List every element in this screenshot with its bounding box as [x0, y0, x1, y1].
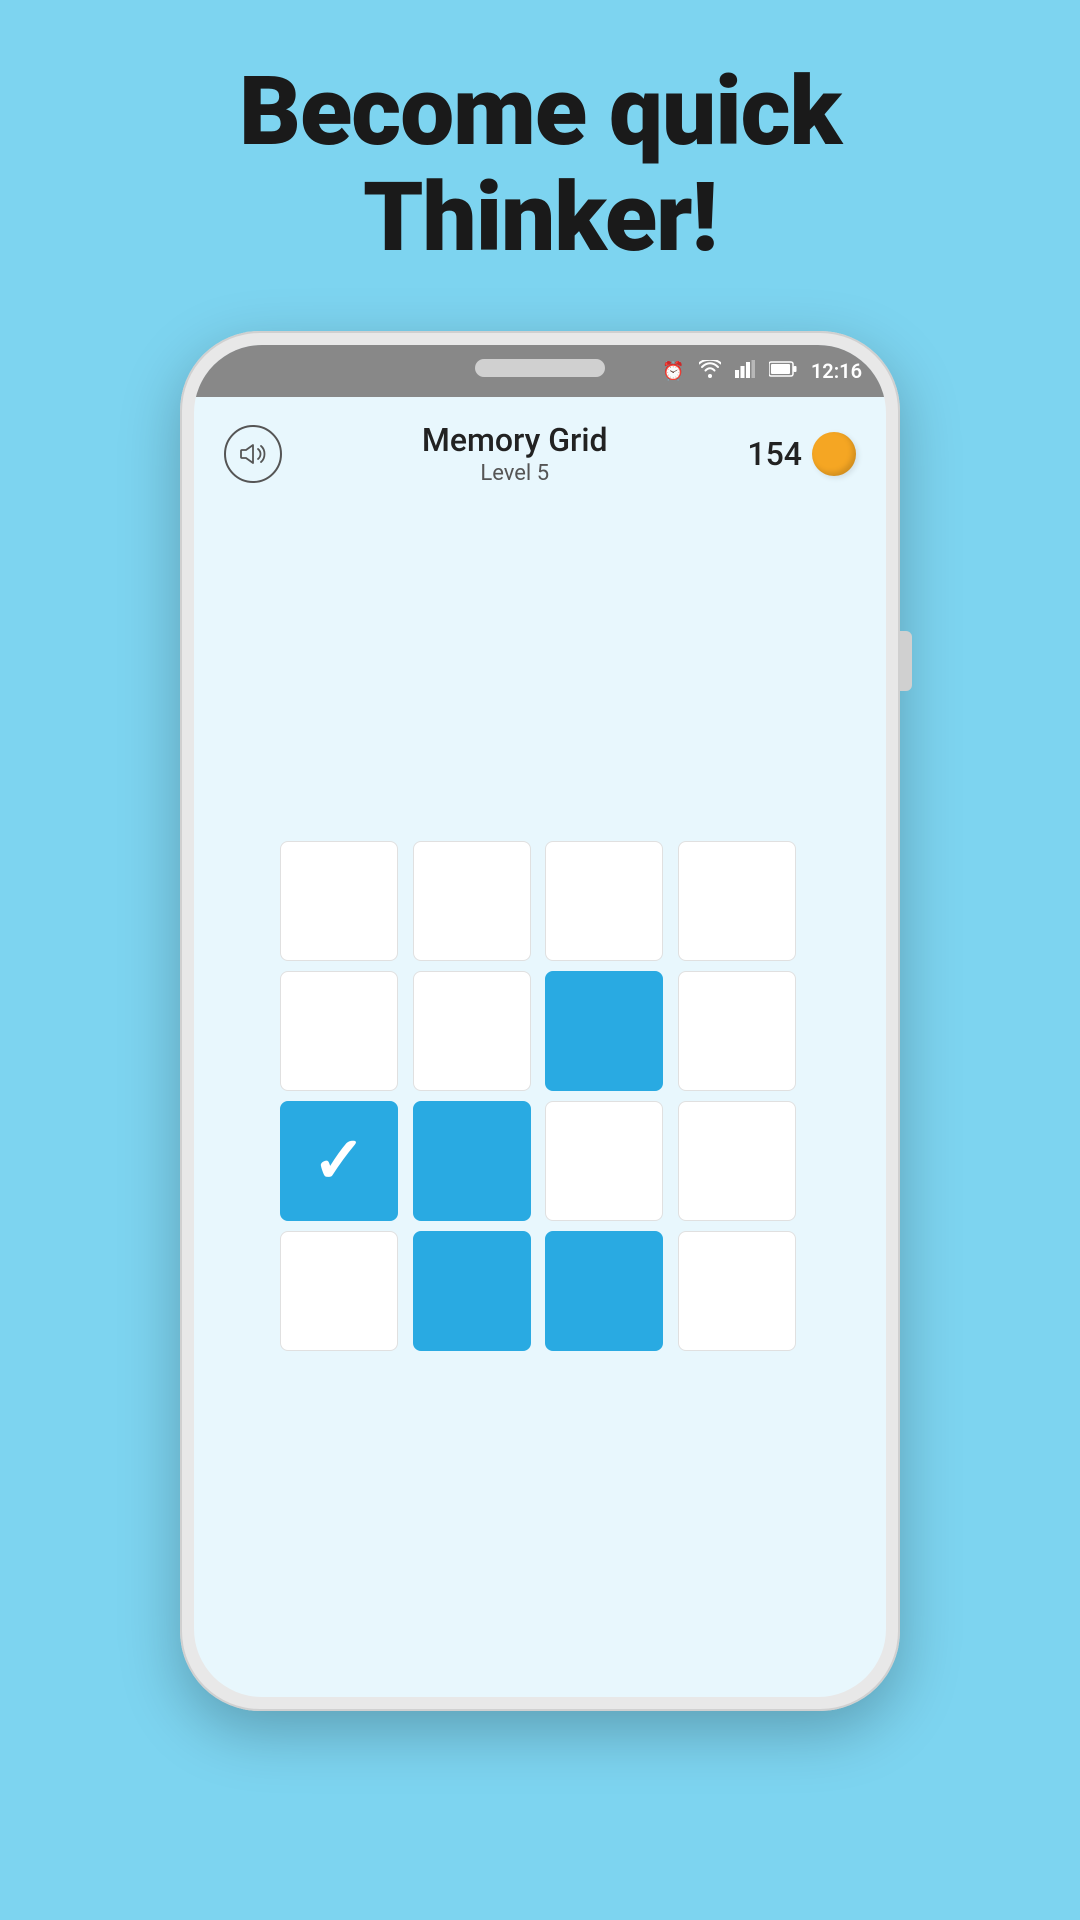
battery-icon — [769, 361, 797, 382]
app-title: Memory Grid — [422, 421, 608, 459]
headline-line1: Become quick — [239, 60, 841, 166]
grid-cell[interactable] — [678, 971, 796, 1091]
header-center: Memory Grid Level 5 — [422, 421, 608, 486]
grid-cell[interactable] — [678, 1231, 796, 1351]
app-level: Level 5 — [422, 461, 608, 486]
status-time: 12:16 — [811, 359, 862, 383]
headline: Become quick Thinker! — [239, 60, 841, 271]
sound-button[interactable] — [224, 425, 282, 483]
grid-cell[interactable] — [413, 841, 531, 961]
game-area: ✓ — [194, 494, 886, 1697]
wifi-icon — [699, 360, 721, 383]
score-area: 154 — [747, 432, 856, 476]
phone-screen: ⏰ — [194, 345, 886, 1697]
grid-cell[interactable] — [280, 1231, 398, 1351]
alarm-icon: ⏰ — [662, 361, 684, 382]
grid-cell[interactable] — [545, 971, 663, 1091]
grid-cell[interactable] — [678, 1101, 796, 1221]
checkmark-icon: ✓ — [312, 1129, 366, 1193]
app-header: Memory Grid Level 5 154 — [194, 397, 886, 494]
sound-icon — [238, 439, 268, 469]
signal-icon — [735, 360, 755, 383]
grid-cell[interactable] — [545, 841, 663, 961]
phone-mockup: ⏰ — [180, 331, 900, 1711]
grid-cell[interactable] — [545, 1101, 663, 1221]
grid-cell[interactable] — [413, 971, 531, 1091]
memory-grid: ✓ — [280, 841, 800, 1351]
coin-icon — [812, 432, 856, 476]
score-number: 154 — [747, 435, 802, 473]
grid-cell[interactable] — [545, 1231, 663, 1351]
grid-cell[interactable] — [280, 841, 398, 961]
grid-cell[interactable] — [413, 1101, 531, 1221]
grid-cell[interactable]: ✓ — [280, 1101, 398, 1221]
headline-line2: Thinker! — [239, 166, 841, 272]
grid-cell[interactable] — [413, 1231, 531, 1351]
grid-cell[interactable] — [678, 841, 796, 961]
grid-cell[interactable] — [280, 971, 398, 1091]
status-bar: ⏰ — [194, 345, 886, 397]
